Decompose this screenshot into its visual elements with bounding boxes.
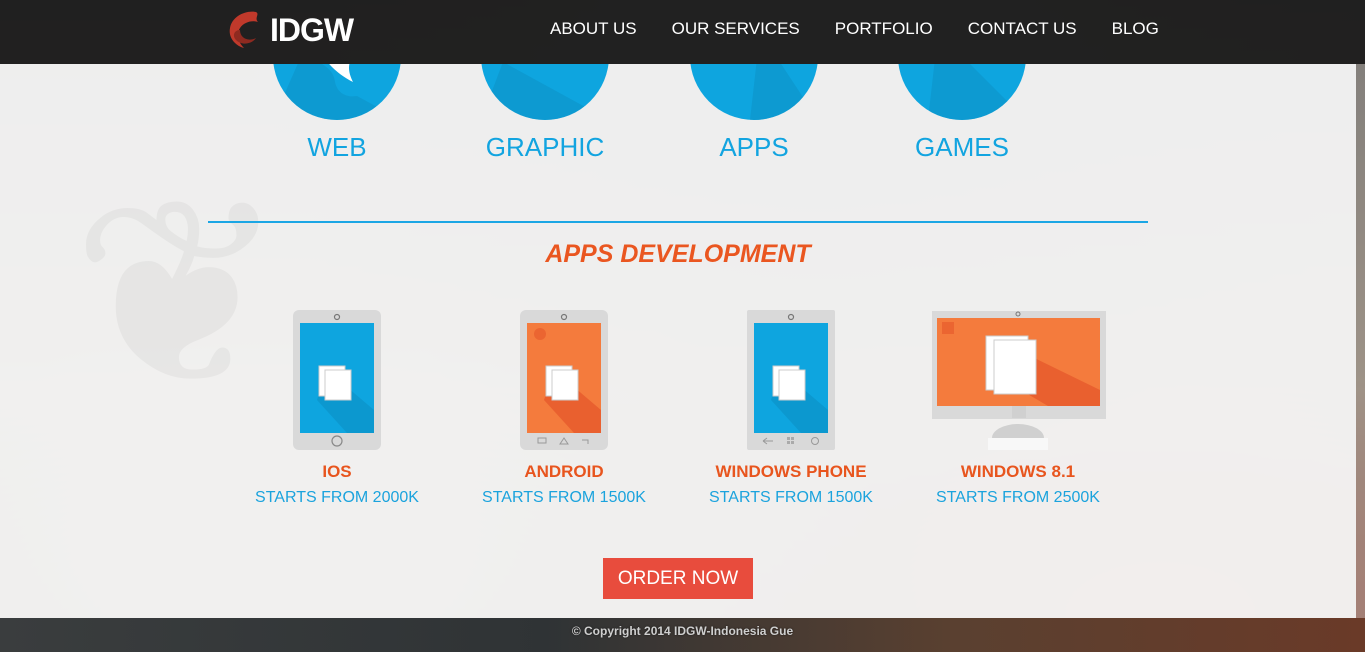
platform-android-price: STARTS FROM 1500K bbox=[482, 489, 646, 506]
logo-mark-icon bbox=[229, 11, 258, 49]
main-nav: ABOUT US OUR SERVICES PORTFOLIO CONTACT … bbox=[550, 19, 1159, 39]
platform-windows-81-price: STARTS FROM 2500K bbox=[936, 489, 1100, 506]
platform-windows-phone-price: STARTS FROM 1500K bbox=[709, 489, 873, 506]
footer-copyright: © Copyright 2014 IDGW-Indonesia Gue bbox=[571, 624, 794, 638]
globe-icon bbox=[273, 64, 401, 120]
nav-about-us[interactable]: ABOUT US bbox=[550, 19, 637, 39]
android-tablet-icon bbox=[454, 310, 674, 450]
category-games-label: GAMES bbox=[915, 132, 1009, 162]
category-graphic-label: GRAPHIC bbox=[485, 132, 605, 162]
site-header: IDGW ABOUT US OUR SERVICES PORTFOLIO CON… bbox=[0, 0, 1365, 64]
platform-windows-phone-name: WINDOWS PHONE bbox=[715, 462, 867, 481]
nav-our-services[interactable]: OUR SERVICES bbox=[672, 19, 800, 39]
windows-monitor-icon bbox=[908, 310, 1128, 452]
gamepad-icon bbox=[898, 64, 1026, 120]
nav-blog[interactable]: BLOG bbox=[1112, 19, 1159, 39]
category-apps-label: APPS bbox=[719, 132, 789, 162]
monitor-icon bbox=[481, 64, 609, 120]
scroll-strip bbox=[1356, 64, 1365, 618]
platform-windows-81-name: WINDOWS 8.1 bbox=[960, 462, 1076, 481]
logo[interactable]: IDGW bbox=[226, 8, 354, 52]
windows-phone-icon bbox=[681, 310, 901, 450]
main-panel: ❦ WEB GRAPHIC bbox=[0, 64, 1356, 618]
order-now-button[interactable]: ORDER NOW bbox=[603, 558, 753, 599]
platform-android-name: ANDROID bbox=[524, 462, 604, 481]
apps-icon bbox=[690, 64, 818, 120]
iphone-icon bbox=[227, 310, 447, 450]
nav-contact-us[interactable]: CONTACT US bbox=[968, 19, 1077, 39]
logo-text: IDGW bbox=[270, 11, 354, 48]
platform-ios-price: STARTS FROM 2000K bbox=[255, 489, 419, 506]
section-title: APPS DEVELOPMENT bbox=[545, 240, 811, 268]
platform-ios-name: IOS bbox=[322, 462, 352, 481]
nav-portfolio[interactable]: PORTFOLIO bbox=[835, 19, 933, 39]
category-web-label: WEB bbox=[307, 132, 367, 162]
section-divider bbox=[208, 221, 1148, 223]
